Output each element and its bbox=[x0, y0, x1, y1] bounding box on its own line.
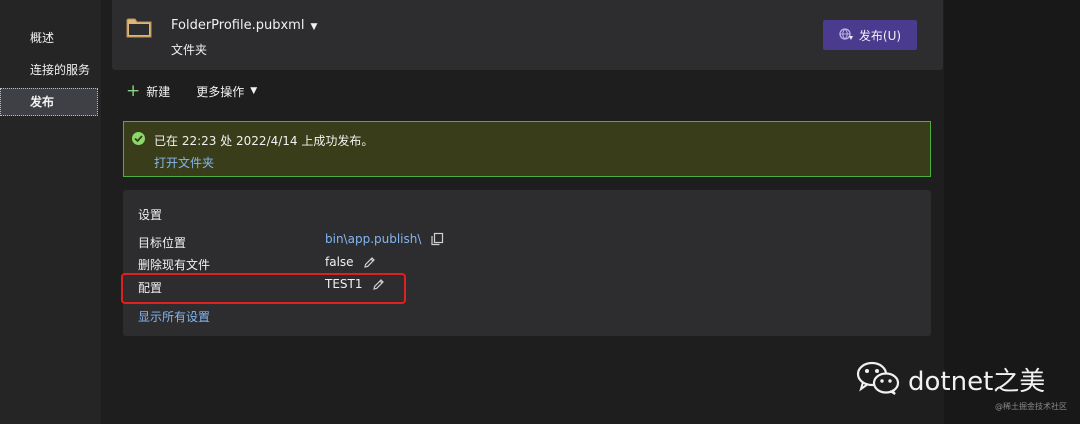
open-folder-link[interactable]: 打开文件夹 bbox=[154, 154, 214, 171]
chevron-down-icon: ▼ bbox=[250, 86, 258, 96]
toolbar: + 新建 更多操作 ▼ bbox=[126, 82, 257, 100]
wechat-icon bbox=[856, 360, 900, 399]
sidebar-item-publish[interactable]: 发布 bbox=[0, 88, 98, 116]
configuration-value: TEST1 bbox=[325, 277, 363, 291]
profile-type: 文件夹 bbox=[171, 43, 208, 57]
publish-button[interactable]: 发布(U) bbox=[823, 20, 917, 50]
chevron-down-icon: ▼ bbox=[310, 22, 318, 32]
status-message: 已在 22:23 处 2022/4/14 上成功发布。 bbox=[154, 134, 374, 148]
profile-card: FolderProfile.pubxml ▼ 文件夹 发布(U) bbox=[112, 0, 943, 70]
delete-existing-value: false bbox=[325, 255, 354, 269]
show-all-settings-link[interactable]: 显示所有设置 bbox=[138, 308, 210, 325]
settings-title: 设置 bbox=[138, 208, 163, 222]
setting-value-target-location: bin\app.publish\ bbox=[325, 232, 444, 246]
profile-selector[interactable]: FolderProfile.pubxml ▼ bbox=[171, 18, 317, 33]
plus-icon: + bbox=[126, 80, 141, 101]
sidebar-item-overview[interactable]: 概述 bbox=[0, 24, 98, 52]
settings-card: 设置 目标位置 bin\app.publish\ 删除现有文件 false 配置… bbox=[123, 190, 931, 336]
copy-icon[interactable] bbox=[430, 232, 444, 246]
publish-icon bbox=[839, 27, 854, 44]
more-actions-button[interactable]: 更多操作 ▼ bbox=[196, 83, 257, 100]
watermark: dotnet之美 bbox=[856, 360, 1045, 399]
folder-icon bbox=[126, 17, 152, 39]
profile-name: FolderProfile.pubxml bbox=[171, 18, 305, 33]
setting-value-delete-existing: false bbox=[325, 255, 376, 269]
pencil-icon[interactable] bbox=[372, 278, 385, 291]
setting-label-configuration: 配置 bbox=[138, 281, 163, 295]
success-banner: 已在 22:23 处 2022/4/14 上成功发布。 打开文件夹 bbox=[123, 121, 931, 177]
sidebar: 概述 连接的服务 发布 bbox=[0, 0, 101, 424]
watermark-text: dotnet之美 bbox=[908, 367, 1046, 397]
new-profile-button[interactable]: + 新建 bbox=[126, 80, 171, 101]
new-label: 新建 bbox=[146, 84, 171, 99]
target-location-link[interactable]: bin\app.publish\ bbox=[325, 232, 421, 246]
more-actions-label: 更多操作 bbox=[196, 84, 245, 99]
sidebar-item-connected-services[interactable]: 连接的服务 bbox=[0, 56, 98, 84]
publish-button-label: 发布(U) bbox=[858, 28, 902, 43]
setting-label-delete-existing: 删除现有文件 bbox=[138, 258, 211, 272]
setting-label-target-location: 目标位置 bbox=[138, 236, 187, 250]
credit-text: @稀土掘金技术社区 bbox=[995, 402, 1067, 411]
setting-value-configuration: TEST1 bbox=[325, 277, 385, 291]
pencil-icon[interactable] bbox=[363, 256, 376, 269]
check-circle-icon bbox=[132, 132, 145, 145]
